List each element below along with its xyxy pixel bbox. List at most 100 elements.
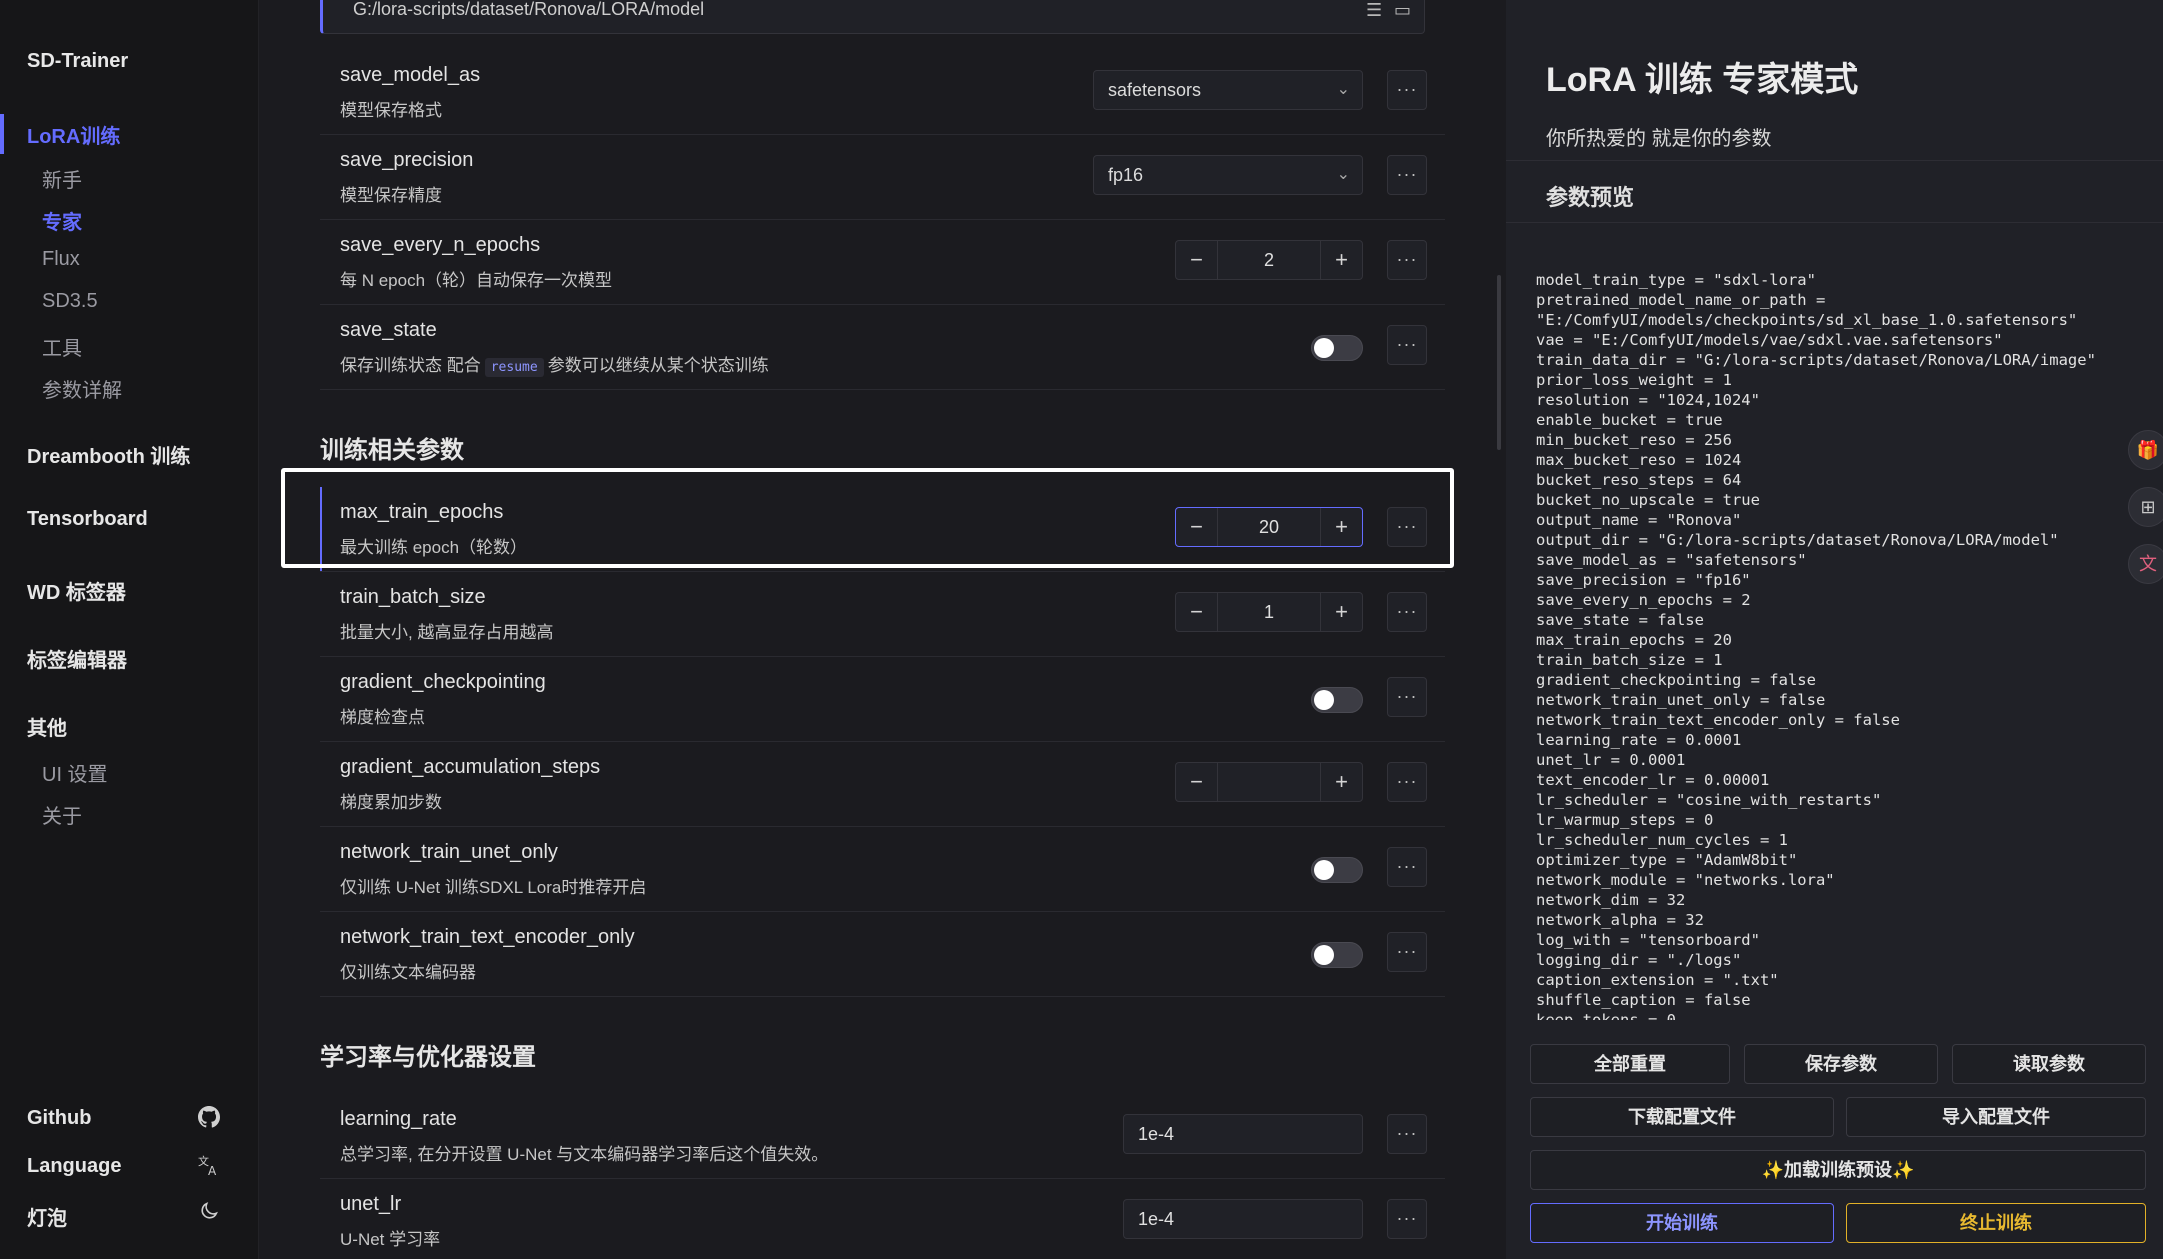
sidebar-group-lora[interactable]: LoRA训练: [27, 120, 120, 149]
save-every-n-epochs-stepper[interactable]: − 2 +: [1175, 240, 1363, 280]
folder-icon[interactable]: ▭: [1394, 1, 1414, 19]
github-icon[interactable]: [196, 1106, 222, 1132]
more-options-button[interactable]: ···: [1387, 1199, 1427, 1239]
decrement-button[interactable]: −: [1176, 593, 1218, 631]
learning-rate-input[interactable]: 1e-4: [1123, 1114, 1363, 1154]
more-options-button[interactable]: ···: [1387, 155, 1427, 195]
qr-code-icon[interactable]: ⊞: [2128, 487, 2163, 527]
desc-text: 保存训练状态 配合: [340, 356, 481, 375]
select-value: fp16: [1108, 165, 1144, 185]
param-desc: 最大训练 epoch（轮数）: [340, 538, 528, 557]
panel-subtitle: 你所热爱的 就是你的参数: [1546, 128, 1772, 150]
param-name: unet_lr: [340, 1193, 402, 1215]
sidebar-item-about[interactable]: 关于: [42, 800, 82, 829]
more-options-button[interactable]: ···: [1387, 677, 1427, 717]
stepper-value[interactable]: 1: [1218, 593, 1320, 631]
load-params-button[interactable]: 读取参数: [1952, 1044, 2146, 1084]
code-line: prior_loss_weight = 1: [1536, 371, 1732, 389]
output-dir-input[interactable]: G:/lora-scripts/dataset/Ronova/LORA/mode…: [320, 0, 1425, 34]
sidebar-item-ui-settings[interactable]: UI 设置: [42, 758, 108, 787]
sidebar-item-params-detail[interactable]: 参数详解: [42, 374, 122, 403]
sidebar-item-wd-tagger[interactable]: WD 标签器: [27, 576, 126, 605]
increment-button[interactable]: +: [1320, 241, 1362, 279]
sidebar: SD-Trainer LoRA训练 新手 专家 Flux SD3.5 工具 参数…: [0, 0, 259, 1259]
network-train-unet-only-toggle[interactable]: [1311, 857, 1363, 883]
param-row-train-batch-size: train_batch_size 批量大小, 越高显存占用越高 − 1 + ··…: [320, 572, 1445, 657]
list-icon[interactable]: ☰: [1366, 1, 1386, 19]
param-row-max-train-epochs: max_train_epochs 最大训练 epoch（轮数） − 20 + ·…: [320, 487, 1445, 572]
more-options-button[interactable]: ···: [1387, 70, 1427, 110]
input-value: 1e-4: [1138, 1209, 1175, 1229]
stepper-value[interactable]: 20: [1218, 508, 1320, 546]
param-row-save-model-as: save_model_as 模型保存格式 safetensors ⌄ ···: [320, 50, 1445, 135]
train-batch-size-stepper[interactable]: − 1 +: [1175, 592, 1363, 632]
max-train-epochs-stepper[interactable]: − 20 +: [1175, 507, 1363, 547]
param-desc: 每 N epoch（轮）自动保存一次模型: [340, 271, 613, 290]
increment-button[interactable]: +: [1320, 508, 1362, 546]
unet-lr-input[interactable]: 1e-4: [1123, 1199, 1363, 1239]
more-options-button[interactable]: ···: [1387, 507, 1427, 547]
more-options-button[interactable]: ···: [1387, 240, 1427, 280]
stepper-value[interactable]: 2: [1218, 241, 1320, 279]
param-desc: 仅训练 U-Net 训练SDXL Lora时推荐开启: [340, 878, 647, 897]
language-switch[interactable]: Language: [27, 1155, 121, 1178]
focus-bar: [320, 487, 322, 571]
load-preset-button[interactable]: ✨加载训练预设✨: [1530, 1150, 2146, 1190]
more-options-button[interactable]: ···: [1387, 325, 1427, 365]
code-line: network_train_unet_only = false: [1536, 691, 1826, 709]
sidebar-item-tag-editor[interactable]: 标签编辑器: [27, 644, 127, 673]
save-params-button[interactable]: 保存参数: [1744, 1044, 1938, 1084]
code-line: max_train_epochs = 20: [1536, 631, 1732, 649]
more-options-button[interactable]: ···: [1387, 1114, 1427, 1154]
decrement-button[interactable]: −: [1176, 763, 1218, 801]
app-title[interactable]: SD-Trainer: [27, 50, 128, 73]
stepper-value[interactable]: [1218, 763, 1320, 801]
sidebar-item-beginner[interactable]: 新手: [42, 164, 82, 193]
sidebar-item-flux[interactable]: Flux: [42, 248, 80, 271]
output-dir-value: G:/lora-scripts/dataset/Ronova/LORA/mode…: [353, 0, 705, 19]
decrement-button[interactable]: −: [1176, 241, 1218, 279]
import-config-button[interactable]: 导入配置文件: [1846, 1097, 2146, 1137]
save-state-toggle[interactable]: [1311, 335, 1363, 361]
code-line: pretrained_model_name_or_path =: [1536, 291, 1826, 309]
stop-training-button[interactable]: 终止训练: [1846, 1203, 2146, 1243]
code-line: min_bucket_reso = 256: [1536, 431, 1732, 449]
main-scrollbar[interactable]: [1497, 275, 1501, 450]
gift-icon[interactable]: 🎁: [2128, 430, 2163, 470]
code-line: bucket_reso_steps = 64: [1536, 471, 1742, 489]
theme-toggle[interactable]: 灯泡: [27, 1202, 67, 1231]
sidebar-item-tools[interactable]: 工具: [42, 332, 82, 361]
more-options-button[interactable]: ···: [1387, 847, 1427, 887]
more-options-button[interactable]: ···: [1387, 762, 1427, 802]
translate-icon[interactable]: 文A: [196, 1153, 222, 1179]
save-precision-select[interactable]: fp16 ⌄: [1093, 155, 1363, 195]
github-link[interactable]: Github: [27, 1107, 91, 1130]
toml-preview[interactable]: model_train_type = "sdxl-lora" pretrained…: [1536, 270, 2136, 1020]
gradient-accumulation-steps-stepper[interactable]: − +: [1175, 762, 1363, 802]
more-options-button[interactable]: ···: [1387, 592, 1427, 632]
decrement-button[interactable]: −: [1176, 508, 1218, 546]
increment-button[interactable]: +: [1320, 593, 1362, 631]
more-options-button[interactable]: ···: [1387, 932, 1427, 972]
sidebar-item-expert[interactable]: 专家: [42, 206, 82, 235]
active-indicator: [0, 114, 4, 154]
translate-fab-icon[interactable]: 文: [2128, 544, 2163, 584]
increment-button[interactable]: +: [1320, 763, 1362, 801]
code-line: output_dir = "G:/lora-scripts/dataset/Ro…: [1536, 531, 2059, 549]
param-desc: 批量大小, 越高显存占用越高: [340, 623, 554, 642]
sidebar-item-tensorboard[interactable]: Tensorboard: [27, 508, 148, 531]
sidebar-item-dreambooth[interactable]: Dreambooth 训练: [27, 440, 190, 469]
param-name: save_every_n_epochs: [340, 234, 541, 256]
reset-all-button[interactable]: 全部重置: [1530, 1044, 1730, 1084]
start-training-button[interactable]: 开始训练: [1530, 1203, 1834, 1243]
sidebar-item-sd35[interactable]: SD3.5: [42, 290, 98, 313]
gradient-checkpointing-toggle[interactable]: [1311, 687, 1363, 713]
divider: [1506, 222, 2163, 223]
sidebar-group-other[interactable]: 其他: [27, 712, 67, 741]
code-line: learning_rate = 0.0001: [1536, 731, 1742, 749]
network-train-text-encoder-only-toggle[interactable]: [1311, 942, 1363, 968]
download-config-button[interactable]: 下载配置文件: [1530, 1097, 1834, 1137]
moon-icon[interactable]: [196, 1200, 222, 1226]
code-line: optimizer_type = "AdamW8bit": [1536, 851, 1798, 869]
save-model-as-select[interactable]: safetensors ⌄: [1093, 70, 1363, 110]
